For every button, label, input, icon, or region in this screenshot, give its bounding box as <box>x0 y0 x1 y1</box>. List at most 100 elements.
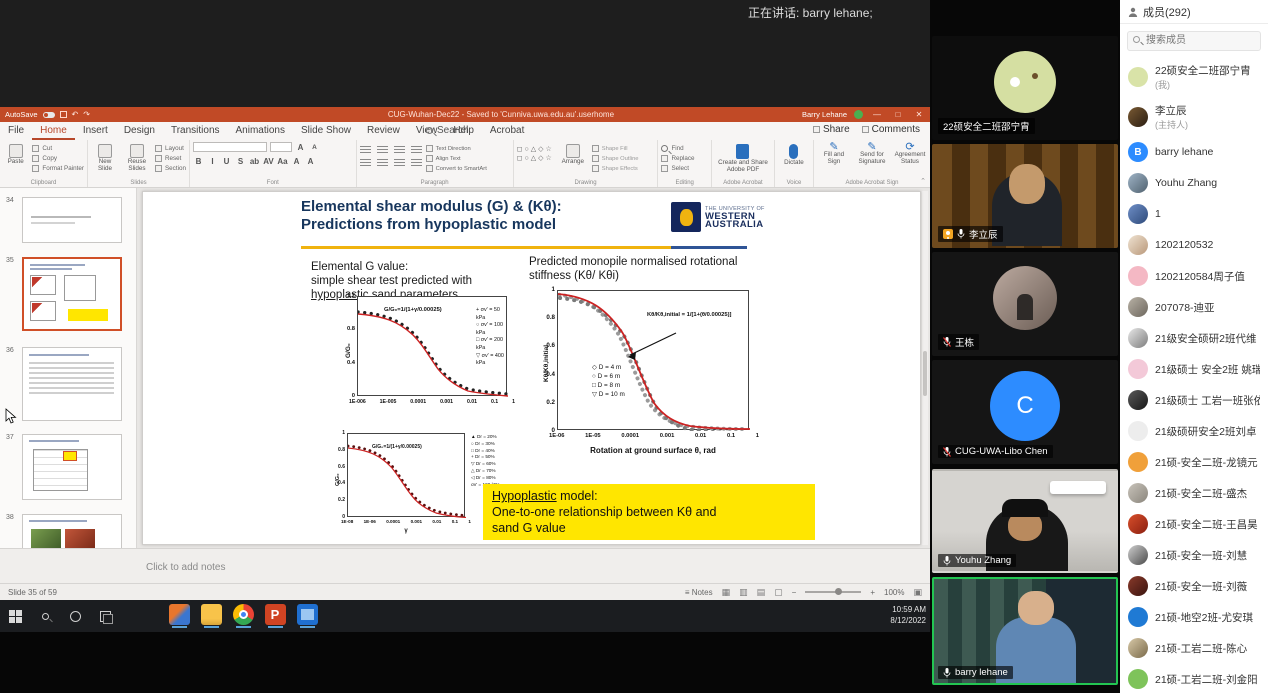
participant-row[interactable]: B barry lehane <box>1120 137 1268 168</box>
participant-row[interactable]: 22硕安全二班邵宁胄 (我) <box>1120 57 1268 97</box>
redo-icon[interactable]: ↷ <box>83 110 90 119</box>
shapes-gallery[interactable]: ◻○△◇☆ ◻○△◇☆ <box>517 142 554 163</box>
taskbar-app-meeting[interactable] <box>164 604 194 628</box>
video-tile-wang-dong[interactable]: 王栋 <box>932 252 1118 356</box>
maximize-button[interactable]: □ <box>891 110 905 119</box>
zoom-out-button[interactable]: − <box>792 588 797 597</box>
zoom-in-button[interactable]: + <box>870 588 875 597</box>
cut-button[interactable]: Cut <box>32 145 84 152</box>
menu-tab[interactable]: Review <box>359 123 408 140</box>
menu-tab[interactable]: Acrobat <box>482 123 532 140</box>
participant-row[interactable]: 21硕-地空2班-尤安琪 <box>1120 602 1268 633</box>
layout-button[interactable]: Layout <box>155 145 186 152</box>
create-pdf-button[interactable]: Create and Share Adobe PDF <box>715 142 771 174</box>
shape-effects-button[interactable]: Shape Effects <box>592 165 639 172</box>
video-tile-li-lichen[interactable]: 李立辰 <box>932 144 1118 248</box>
font-name-select[interactable] <box>193 142 267 152</box>
shape-outline-button[interactable]: Shape Outline <box>592 155 639 162</box>
font-format-button[interactable]: AV <box>263 157 274 166</box>
participant-row[interactable]: 21硕-安全二班-龙镜元 <box>1120 447 1268 478</box>
participant-row[interactable]: 21硕-工岩二班-刘金阳 <box>1120 664 1268 693</box>
font-format-button[interactable]: S <box>235 157 246 166</box>
collapse-ribbon-icon[interactable]: ⌃ <box>920 177 926 185</box>
reuse-slides-button[interactable]: Reuse Slides <box>123 142 151 173</box>
video-tile-barry-lehane-active[interactable]: barry lehane <box>932 577 1118 685</box>
taskbar-search-button[interactable] <box>30 613 60 620</box>
task-view-button[interactable] <box>90 611 120 622</box>
comments-button[interactable]: Comments <box>862 124 920 135</box>
slide-scrollbar[interactable] <box>922 191 928 545</box>
participant-row[interactable]: 1202120584周子值 <box>1120 261 1268 292</box>
new-slide-button[interactable]: New Slide <box>91 142 119 173</box>
participant-row[interactable]: 21级硕士 安全2班 姚瑞 <box>1120 354 1268 385</box>
participant-row[interactable]: 1202120532 <box>1120 230 1268 261</box>
font-size-select[interactable] <box>270 142 292 152</box>
cortana-button[interactable] <box>60 611 90 622</box>
align-center-icon[interactable] <box>377 159 388 166</box>
slide-thumbnail-36[interactable] <box>22 347 122 421</box>
slideshow-icon[interactable]: ▢ <box>774 587 783 598</box>
notes-pane[interactable]: Click to add notes <box>0 548 930 583</box>
close-button[interactable]: ✕ <box>912 110 926 119</box>
menu-tab[interactable]: Home <box>32 123 75 140</box>
fit-to-window-icon[interactable]: ▣ <box>913 587 922 598</box>
participant-row[interactable]: 207078-迪亚 <box>1120 292 1268 323</box>
menu-tab[interactable]: Insert <box>75 123 116 140</box>
paragraph-extra-button[interactable]: Convert to SmartArt <box>426 165 487 172</box>
align-right-icon[interactable] <box>394 159 405 166</box>
bullets-icon[interactable] <box>360 146 371 153</box>
menu-tab[interactable]: Slide Show <box>293 123 359 140</box>
justify-icon[interactable] <box>411 159 422 166</box>
notes-toggle-button[interactable]: ≡ Notes <box>685 588 713 597</box>
font-format-button[interactable]: Aa <box>277 157 288 166</box>
fill-and-sign-button[interactable]: ✎Fill and Sign <box>817 142 851 165</box>
participant-row[interactable]: 21级硕士 工岩一班张依杰 <box>1120 385 1268 416</box>
participant-row[interactable]: 21硕-安全二班-盛杰 <box>1120 478 1268 509</box>
taskbar-app-chrome[interactable] <box>228 604 258 628</box>
agreement-status-button[interactable]: ⟳Agreement Status <box>893 142 927 165</box>
taskbar-app-photos[interactable] <box>292 604 322 628</box>
numbering-icon[interactable] <box>377 146 388 153</box>
slide-thumbnail-37[interactable] <box>22 434 122 500</box>
share-button[interactable]: Share <box>813 124 850 135</box>
dictate-button[interactable]: Dictate <box>778 142 810 167</box>
account-avatar[interactable] <box>854 110 863 119</box>
account-name[interactable]: Barry Lehane <box>802 110 847 119</box>
search-members-input[interactable] <box>1127 31 1261 51</box>
participant-row[interactable]: 1 <box>1120 199 1268 230</box>
participant-row[interactable]: Youhu Zhang <box>1120 168 1268 199</box>
shrink-font-button[interactable]: A <box>309 144 320 151</box>
scrollbar-thumb[interactable] <box>923 351 927 396</box>
indent-increase-icon[interactable] <box>411 146 422 153</box>
menu-tab[interactable]: Transitions <box>163 123 228 140</box>
format-painter-button[interactable]: Format Painter <box>32 165 84 172</box>
font-format-button[interactable]: A <box>291 157 302 166</box>
select-button[interactable]: Select <box>661 165 694 172</box>
font-format-button[interactable]: A <box>305 157 316 166</box>
paragraph-extra-button[interactable]: Text Direction <box>426 145 487 152</box>
font-format-button[interactable]: U <box>221 157 232 166</box>
send-for-signature-button[interactable]: ✎Send for Signature <box>855 142 889 165</box>
video-tile-libo-chen[interactable]: C CUG-UWA-Libo Chen <box>932 360 1118 464</box>
paragraph-extra-button[interactable]: Align Text <box>426 155 487 162</box>
slide-canvas[interactable]: Elemental shear modulus (G) & (Kθ): Pred… <box>142 191 921 545</box>
reset-button[interactable]: Reset <box>155 155 186 162</box>
taskbar-clock[interactable]: 10:59 AM 8/12/2022 <box>890 604 926 626</box>
font-format-button[interactable]: I <box>207 157 218 166</box>
replace-button[interactable]: Replace <box>661 155 694 162</box>
paste-button[interactable]: Paste <box>3 142 28 166</box>
slide-thumbnail-34[interactable] <box>22 197 122 243</box>
participant-row[interactable]: 21硕-安全一班-刘慧 <box>1120 540 1268 571</box>
undo-icon[interactable]: ↶ <box>72 110 79 119</box>
participant-row[interactable]: 21级安全硕研2班代维 <box>1120 323 1268 354</box>
taskbar-app-file-explorer[interactable] <box>196 604 226 628</box>
slide-thumbnail-35-selected[interactable] <box>22 257 122 331</box>
menu-tab[interactable]: Animations <box>228 123 293 140</box>
reading-view-icon[interactable]: ▤ <box>757 587 766 598</box>
indent-decrease-icon[interactable] <box>394 146 405 153</box>
autosave-toggle[interactable] <box>43 112 55 118</box>
participant-row[interactable]: 21硕-安全一班-刘薇 <box>1120 571 1268 602</box>
minimize-button[interactable]: — <box>870 110 884 119</box>
align-left-icon[interactable] <box>360 159 371 166</box>
copy-button[interactable]: Copy <box>32 155 84 162</box>
